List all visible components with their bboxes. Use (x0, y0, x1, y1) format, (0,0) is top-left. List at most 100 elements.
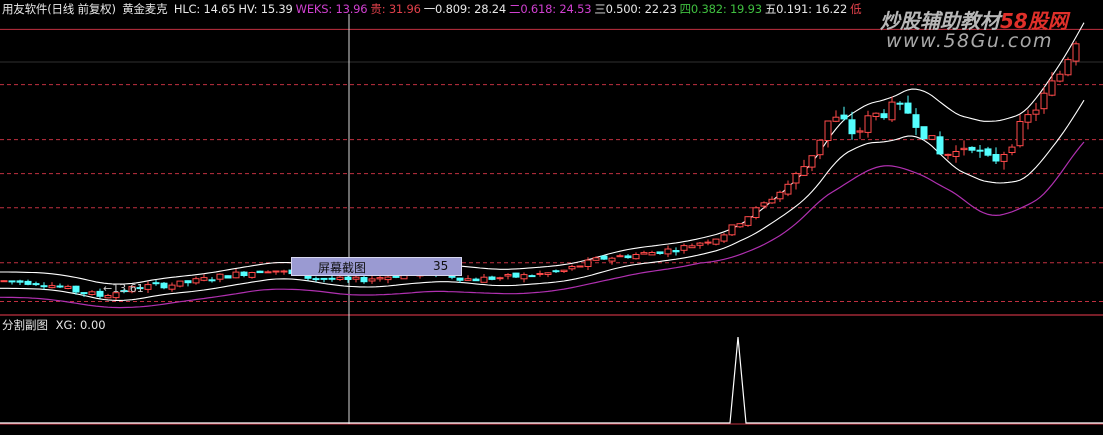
candle-up (648, 252, 656, 256)
candle-down (40, 285, 48, 288)
candle-down (184, 280, 192, 284)
candle-up (1056, 73, 1064, 82)
header-value-7: 四0.382: 19.93 (679, 2, 762, 16)
candle-down (848, 119, 856, 135)
candle-up (544, 272, 552, 275)
candle-up (0, 280, 8, 283)
candle-down (968, 146, 976, 151)
candle-down (344, 276, 352, 281)
candle-up (776, 191, 784, 200)
candle-up (632, 254, 640, 260)
header-app-label: 用友软件(日线 前复权) (2, 2, 116, 16)
header-indicator-label: 黄金麦克 (122, 2, 168, 16)
candle-up (376, 277, 384, 280)
candle-up (1040, 92, 1048, 110)
candle-up (640, 252, 648, 255)
candle-up (1016, 121, 1024, 147)
candle-up (888, 101, 896, 121)
candle-up (608, 257, 616, 262)
candle-up (704, 241, 712, 244)
candle-down (312, 278, 320, 281)
candle-up (1048, 80, 1056, 96)
candle-up (248, 272, 256, 278)
candle-up (688, 245, 696, 249)
min-price-label: ←13.61 (103, 282, 144, 295)
candle-down (328, 277, 336, 280)
candle-up (520, 274, 528, 280)
candle-up (560, 269, 568, 273)
header-value-2: WEKS: 13.96 (295, 2, 368, 16)
watermark-url: www.58Gu.com (886, 30, 1054, 52)
header-value-1: HV: 15.39 (238, 2, 293, 16)
candle-up (696, 242, 704, 246)
header-values: HLC: 14.65 HV: 15.39 WEKS: 13.96 贵: 31.96 一0… (174, 2, 865, 16)
candle-up (792, 173, 800, 184)
candle-up (952, 151, 960, 157)
candle-down (224, 275, 232, 279)
candle-up (536, 273, 544, 275)
sub-chart-header: 分割副图 XG: 0.00 (2, 317, 106, 333)
candle-up (264, 271, 272, 274)
candle-up (944, 153, 952, 156)
candle-down (672, 250, 680, 253)
min-price-value: 13.61 (112, 282, 144, 295)
header-value-4: 一0.809: 28.24 (423, 2, 507, 16)
header-value-8: 五0.191: 16.22 (764, 2, 848, 16)
candle-up (1064, 59, 1072, 76)
candle-down (552, 270, 560, 273)
candle-down (304, 275, 312, 279)
candle-up (176, 280, 184, 287)
candle-up (744, 216, 752, 226)
candle-up (1000, 154, 1008, 162)
candle-up (48, 285, 56, 289)
candle-up (824, 120, 832, 141)
candle-down (472, 278, 480, 282)
candle-down (904, 102, 912, 114)
header-value-0: HLC: 14.65 (173, 2, 236, 16)
candle-down (512, 272, 520, 278)
candle-up (664, 248, 672, 255)
candle-down (880, 113, 888, 119)
candle-up (872, 112, 880, 117)
tooltip-value: 35 (433, 259, 449, 273)
candle-down (8, 280, 16, 283)
xg-signal-line (0, 336, 1103, 424)
candle-down (624, 255, 632, 259)
candle-up (760, 202, 768, 207)
header-value-9: 低 (850, 2, 862, 16)
candle-up (816, 139, 824, 156)
candle-down (16, 280, 24, 283)
candle-up (504, 274, 512, 277)
candle-up (1032, 109, 1040, 115)
candle-down (72, 285, 80, 293)
header-value-6: 三0.500: 22.23 (594, 2, 677, 16)
chart-stage: 用友软件(日线 前复权) 黄金麦克 HLC: 14.65 HV: 15.39 WEK… (0, 0, 1103, 431)
candle-up (336, 276, 344, 281)
chart-header: 用友软件(日线 前复权) 黄金麦克 HLC: 14.65 HV: 15.39 WEK… (2, 1, 867, 17)
candle-down (392, 275, 400, 278)
candle-up (168, 284, 176, 290)
candle-up (1024, 114, 1032, 123)
candle-down (208, 279, 216, 282)
candle-up (464, 278, 472, 281)
candle-up (1072, 43, 1080, 62)
candle-down (976, 149, 984, 152)
candle-down (992, 154, 1000, 162)
sub-chart-name: 分割副图 (2, 318, 48, 332)
candle-up (88, 291, 96, 295)
sub-chart-value: XG: 0.00 (55, 318, 106, 332)
candle-down (936, 136, 944, 155)
candle-down (256, 270, 264, 274)
candle-up (720, 234, 728, 242)
candle-down (984, 148, 992, 156)
candle-up (856, 130, 864, 133)
candle-up (928, 135, 936, 140)
candle-up (144, 284, 152, 290)
candle-up (576, 265, 584, 268)
candle-up (480, 276, 488, 283)
candle-up (232, 271, 240, 279)
candlestick-chart[interactable] (0, 0, 1103, 431)
candle-down (488, 276, 496, 280)
candle-up (808, 155, 816, 168)
candle-down (152, 282, 160, 285)
